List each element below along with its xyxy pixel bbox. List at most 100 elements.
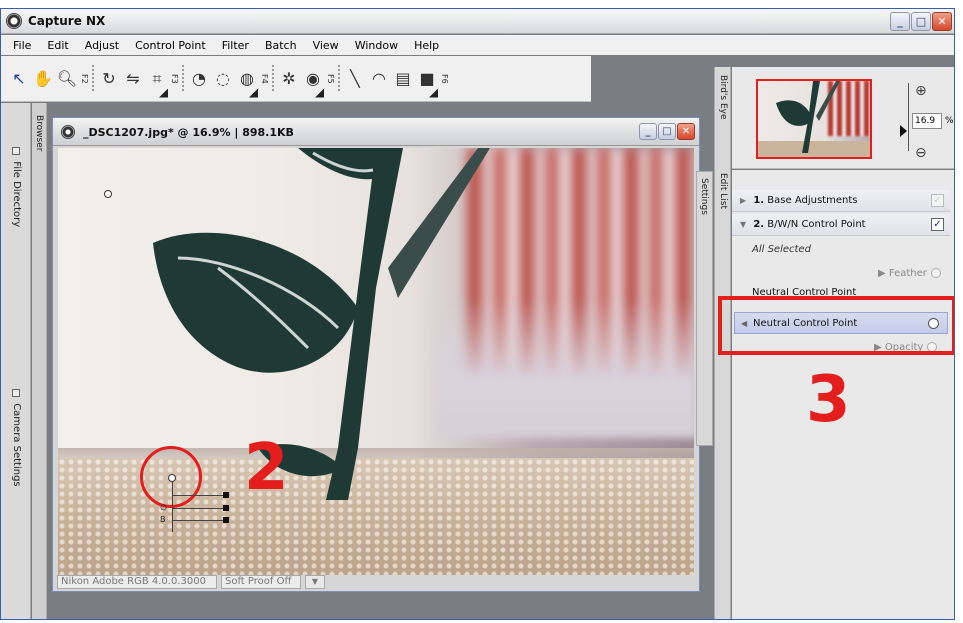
fn-label-f5: F5 xyxy=(326,73,335,84)
direct-select-arrow-icon[interactable]: ↖ xyxy=(7,64,31,94)
cup-leaf-illustration xyxy=(153,148,490,500)
feather-triangle-icon: ▶ xyxy=(878,268,889,279)
gradient-icon[interactable]: ▤ xyxy=(391,64,415,94)
file-directory-label: File Directory xyxy=(11,161,22,228)
menu-control-point[interactable]: Control Point xyxy=(127,39,214,52)
neutral-point-icon[interactable]: ◍ xyxy=(235,64,259,98)
lasso-icon[interactable]: ◠ xyxy=(367,64,391,94)
image-canvas[interactable]: ∅ B 2 xyxy=(58,148,694,581)
camera-settings-tab[interactable]: Camera Settings xyxy=(11,389,22,487)
image-window-titlebar[interactable]: _DSC1207.jpg* @ 16.9% | 898.1KB _ □ ✕ xyxy=(53,118,699,146)
birds-eye-thumbnail[interactable] xyxy=(756,79,872,159)
annotation-highlight-box xyxy=(718,296,954,355)
step-label: B/W/N Control Point xyxy=(767,219,866,230)
minimize-button[interactable]: _ xyxy=(890,12,910,31)
neutral-control-point-1[interactable] xyxy=(104,190,112,198)
fn-label-f3: F3 xyxy=(170,73,179,84)
expand-triangle-icon[interactable]: ▶ xyxy=(740,196,746,205)
step-bwn-control-point[interactable]: ▼ 2. B/W/N Control Point ✓ xyxy=(732,214,950,236)
fill-icon[interactable]: ■ xyxy=(415,64,439,98)
step-enable-checkbox[interactable]: ✓ xyxy=(931,194,944,207)
image-status-bar: Nikon Adobe RGB 4.0.0.3000 Soft Proof Of… xyxy=(57,575,695,589)
hand-icon[interactable]: ✋ xyxy=(31,64,55,94)
step-number: 1. xyxy=(753,195,765,206)
image-minimize-button[interactable]: _ xyxy=(639,123,657,140)
black-point-icon[interactable]: ◔ xyxy=(187,64,211,94)
settings-tab[interactable]: Settings xyxy=(699,178,709,215)
file-directory-tab[interactable]: File Directory xyxy=(11,147,22,227)
feather-radio[interactable] xyxy=(930,268,941,278)
image-maximize-button[interactable]: □ xyxy=(658,123,676,140)
control-point-stem xyxy=(172,482,173,532)
control-point-brightness-slider[interactable] xyxy=(172,517,229,523)
step-enable-checkbox[interactable]: ✓ xyxy=(931,218,944,231)
zoom-icon[interactable]: 🔍︎ xyxy=(55,64,79,94)
image-window-controls: _ □ ✕ xyxy=(639,123,695,140)
fn-label-f6: F6 xyxy=(440,73,449,84)
left-panel-dock: File Directory Camera Settings xyxy=(1,103,31,619)
menu-help[interactable]: Help xyxy=(406,39,447,52)
menu-adjust[interactable]: Adjust xyxy=(77,39,127,52)
birds-eye-label: Bird's Eye xyxy=(718,75,728,120)
menu-filter[interactable]: Filter xyxy=(214,39,257,52)
straighten-icon[interactable]: ⇋ xyxy=(121,64,145,94)
browser-tab[interactable]: Browser xyxy=(34,115,44,151)
collapse-triangle-icon[interactable]: ▼ xyxy=(740,220,746,229)
menu-view[interactable]: View xyxy=(305,39,347,52)
edit-list-tab[interactable]: Edit List xyxy=(718,173,728,209)
panel-toggle-icon xyxy=(12,389,20,397)
toolbar-separator xyxy=(179,63,187,95)
capture-nx-logo-icon xyxy=(6,13,22,29)
browser-label: Browser xyxy=(34,115,44,152)
zoom-in-icon[interactable]: ⊕ xyxy=(915,83,927,99)
menu-file[interactable]: File xyxy=(5,39,39,52)
zoom-slider-handle-icon[interactable] xyxy=(900,125,907,137)
menu-batch[interactable]: Batch xyxy=(257,39,305,52)
app-title: Capture NX xyxy=(28,14,106,28)
all-selected-label: All Selected xyxy=(752,244,811,255)
control-point-opacity-slider[interactable] xyxy=(172,505,229,511)
color-profile-field: Nikon Adobe RGB 4.0.0.3000 xyxy=(57,575,217,589)
annotation-number-2: 2 xyxy=(244,431,289,505)
toolbar-background xyxy=(591,56,711,102)
feather-row[interactable]: ▶ Feather xyxy=(878,268,941,279)
thumbnail-leaf xyxy=(776,81,840,153)
soft-proof-dropdown-icon[interactable]: ▼ xyxy=(305,575,325,589)
menu-window[interactable]: Window xyxy=(347,39,406,52)
neutral-control-point-2[interactable] xyxy=(168,474,176,482)
toolbar-separator xyxy=(335,63,343,95)
line-icon[interactable]: ╲ xyxy=(343,64,367,94)
fn-label-f4: F4 xyxy=(260,73,269,84)
close-button[interactable]: ✕ xyxy=(932,12,952,31)
crop-icon[interactable]: ⌗ xyxy=(145,64,169,98)
control-point-size-slider[interactable] xyxy=(172,492,229,498)
soft-proof-field: Soft Proof Off xyxy=(221,575,301,589)
maximize-button[interactable]: □ xyxy=(911,12,931,31)
camera-settings-label: Camera Settings xyxy=(11,403,22,487)
image-title: _DSC1207.jpg* @ 16.9% | 898.1KB xyxy=(83,126,294,139)
toolbar-separator xyxy=(89,63,97,95)
image-close-button[interactable]: ✕ xyxy=(677,123,695,140)
birds-eye-panel: ⊕ 16.9 % ⊖ xyxy=(732,67,954,169)
menu-edit[interactable]: Edit xyxy=(39,39,76,52)
fn-label-f2: F2 xyxy=(80,73,89,84)
rotate-icon[interactable]: ↻ xyxy=(97,64,121,94)
window-controls: _ □ ✕ xyxy=(890,12,952,31)
feather-label: Feather xyxy=(888,268,927,279)
zoom-slider-track[interactable] xyxy=(908,83,909,151)
step-base-adjustments[interactable]: ▶ 1. Base Adjustments ✓ xyxy=(732,190,950,212)
left-leaf xyxy=(153,232,358,373)
top-leaf xyxy=(298,148,378,180)
step-label: Base Adjustments xyxy=(767,195,858,206)
white-point-icon[interactable]: ◌ xyxy=(211,64,235,94)
zoom-value-field[interactable]: 16.9 xyxy=(912,113,942,129)
main-toolbar: ↖ ✋ 🔍︎ F2 ↻ ⇋ ⌗ F3 ◔ ◌ ◍ F4 ✲ ◉ F5 ╲ ◠ ▤… xyxy=(1,56,591,102)
birds-eye-tab[interactable]: Bird's Eye xyxy=(718,75,728,120)
red-eye-icon[interactable]: ✲ xyxy=(277,64,301,94)
settings-label: Settings xyxy=(699,178,709,215)
color-point-icon[interactable]: ◉ xyxy=(301,64,325,98)
zoom-out-icon[interactable]: ⊖ xyxy=(915,145,927,161)
step-number: 2. xyxy=(753,219,765,230)
annotation-number-3: 3 xyxy=(806,363,851,437)
control-point-tag: B xyxy=(160,515,166,524)
